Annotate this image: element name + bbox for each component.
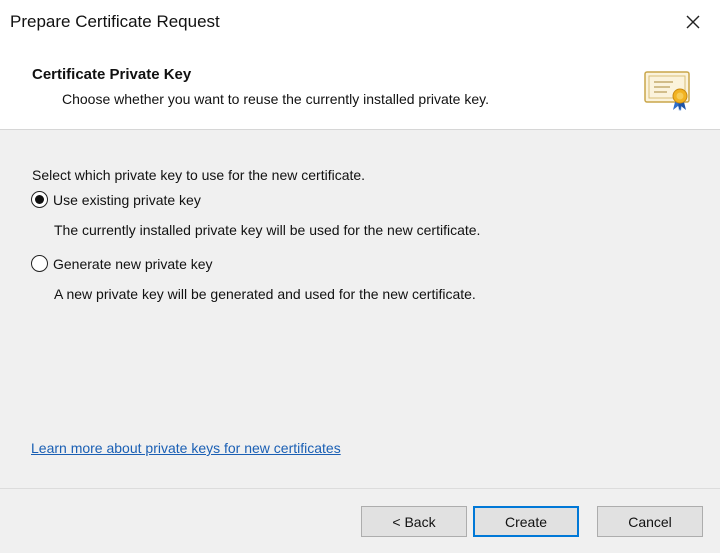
wizard-header: Certificate Private Key Choose whether y…: [0, 44, 720, 130]
page-heading: Certificate Private Key: [32, 66, 192, 83]
create-button[interactable]: Create: [473, 506, 579, 537]
prepare-certificate-request-dialog: Prepare Certificate Request Certificate …: [0, 0, 720, 553]
radio-use-existing-key[interactable]: Use existing private key: [31, 191, 201, 208]
certificate-icon: [644, 71, 690, 111]
learn-more-link[interactable]: Learn more about private keys for new ce…: [31, 440, 341, 456]
radio-description-use-existing: The currently installed private key will…: [54, 222, 481, 238]
radio-button-unselected[interactable]: [31, 255, 48, 272]
close-icon: [686, 15, 700, 29]
radio-description-generate-new: A new private key will be generated and …: [54, 286, 476, 302]
radio-label-generate-new: Generate new private key: [53, 255, 213, 272]
radio-button-selected[interactable]: [31, 191, 48, 208]
radio-generate-new-key[interactable]: Generate new private key: [31, 255, 213, 272]
wizard-footer: < Back Create Cancel: [0, 488, 720, 553]
close-button[interactable]: [676, 6, 710, 38]
page-subheading: Choose whether you want to reuse the cur…: [62, 91, 489, 107]
key-selection-prompt: Select which private key to use for the …: [32, 167, 366, 183]
back-button[interactable]: < Back: [361, 506, 467, 537]
cancel-button[interactable]: Cancel: [597, 506, 703, 537]
radio-label-use-existing: Use existing private key: [53, 191, 201, 208]
window-title: Prepare Certificate Request: [10, 12, 220, 31]
title-bar: Prepare Certificate Request: [0, 0, 720, 44]
wizard-body: Select which private key to use for the …: [0, 130, 720, 488]
